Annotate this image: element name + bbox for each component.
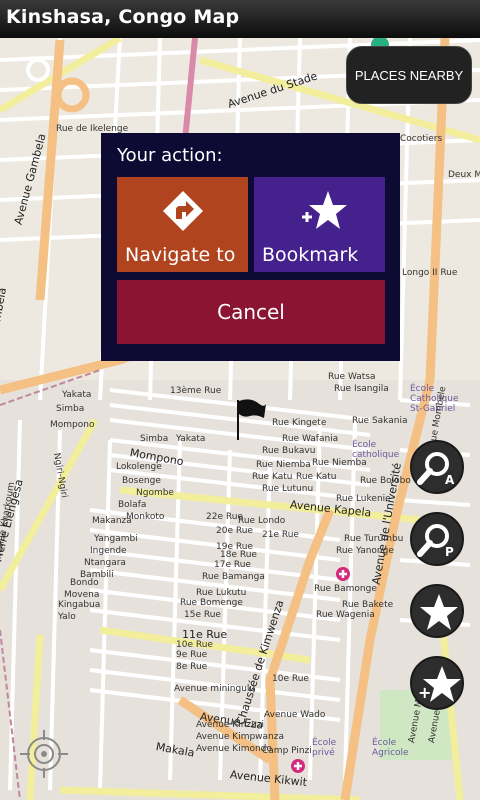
- add-bookmark-icon: [298, 189, 348, 237]
- map-label: Yakata: [176, 434, 206, 444]
- map-label: 10e Rue: [272, 674, 309, 684]
- map-label: Avenue Kimpwanza: [196, 732, 285, 742]
- map-label: Makanza: [92, 516, 132, 526]
- map-label: 10e Rue: [176, 640, 213, 650]
- map-label: Cocotiers: [400, 134, 443, 144]
- map-label: Ntangara: [84, 558, 126, 568]
- map-label: 15e Rue: [184, 610, 221, 620]
- map-label: Avenue Kimondo: [196, 744, 272, 754]
- map-label: Rue Londo: [238, 516, 286, 526]
- cancel-button[interactable]: Cancel: [117, 280, 385, 344]
- svg-text:+: +: [418, 683, 431, 702]
- search-poi-icon: P: [417, 524, 454, 559]
- map-label: Rue Niemba: [256, 460, 311, 470]
- map-label: Avenue Kinzuzi: [196, 720, 265, 730]
- map-label: 17e Rue: [214, 560, 251, 570]
- navigate-to-button[interactable]: Navigate to: [117, 177, 248, 272]
- title-bar: Kinshasa, Congo Map: [0, 0, 480, 38]
- map-label: Mompono: [50, 420, 95, 430]
- map-label: Rue Sakania: [352, 416, 408, 426]
- map-label: Bosenge: [122, 476, 161, 486]
- map-label: 13ème Rue: [170, 386, 222, 396]
- map-label: Rue Wafania: [282, 434, 339, 444]
- map-label: Rue Bakete: [342, 600, 394, 610]
- map-label: Rue Kingete: [272, 418, 327, 428]
- map-label: 21e Rue: [262, 530, 299, 540]
- map-label: Bondo: [70, 578, 99, 588]
- map-label: Avenue miningulu: [174, 684, 256, 694]
- map-label: Longo II Rue: [402, 268, 458, 278]
- map-label: 8e Rue: [176, 662, 208, 672]
- map-label: Ngombe: [136, 488, 174, 498]
- poi-label: École catholique: [352, 440, 400, 460]
- add-bookmark-icon: +: [418, 666, 461, 702]
- search-address-icon: A: [417, 452, 455, 487]
- app-title: Kinshasa, Congo Map: [6, 6, 240, 28]
- map-label: Kingabua: [58, 600, 101, 610]
- poi-label: École Agricole: [372, 738, 409, 758]
- map-label: Rue Turumbu: [344, 534, 404, 544]
- map-label: Rue Bamonge: [314, 584, 377, 594]
- map-label: Bolafa: [118, 500, 147, 510]
- map-label: Yangambi: [94, 534, 138, 544]
- map-label: Rue Bukavu: [262, 446, 316, 456]
- map-label: Ingende: [90, 546, 127, 556]
- map-label: Yakata: [62, 390, 92, 400]
- map-label: Rue Lukenie: [336, 494, 391, 504]
- map-label: Rue Bamanga: [202, 572, 265, 582]
- navigate-icon: [161, 189, 205, 237]
- svg-text:A: A: [445, 473, 455, 487]
- map-label: Rue Katu: [296, 472, 337, 482]
- cancel-label: Cancel: [217, 300, 285, 324]
- map-label: Movena: [64, 590, 100, 600]
- map-label: Rue Isangila: [334, 384, 389, 394]
- map-label: Deux Mass: [448, 170, 480, 180]
- dialog-heading: Your action:: [117, 145, 223, 166]
- map-label: Rue Lukutu: [196, 588, 247, 598]
- svg-text:P: P: [445, 545, 454, 559]
- action-dialog: Your action: Navigate to Bookmark Cancel: [101, 133, 400, 361]
- search-poi-button[interactable]: P: [410, 512, 464, 566]
- bookmark-button[interactable]: Bookmark: [254, 177, 385, 272]
- map-label: Rue Lutunu: [262, 484, 314, 494]
- map-label: Avenue Wado: [264, 710, 326, 720]
- poi-label: École privé: [312, 738, 337, 758]
- map-label: Lokolenge: [116, 462, 162, 472]
- map-label: Rue Wagenia: [316, 610, 375, 620]
- add-bookmark-button[interactable]: +: [410, 656, 464, 710]
- bookmarks-button[interactable]: [410, 584, 464, 638]
- map-label: Simba: [140, 434, 169, 444]
- map-label: Simba: [56, 404, 85, 414]
- my-location-button[interactable]: [20, 728, 68, 784]
- map-label: Rue Bolobo: [360, 476, 411, 486]
- map-label: Rue Watsa: [328, 372, 376, 382]
- search-address-button[interactable]: A: [410, 440, 464, 494]
- crosshair-icon: [20, 730, 68, 778]
- map-label: Camp Pinzi: [262, 746, 312, 756]
- map-label: Rue Katu: [252, 472, 293, 482]
- bookmark-label: Bookmark: [262, 244, 359, 266]
- map-label: Rue Bomenge: [180, 598, 243, 608]
- places-nearby-button[interactable]: PLACES NEARBY: [346, 46, 472, 104]
- map-label: Yalo: [58, 612, 76, 622]
- map-label: Rue Yanonge: [336, 546, 394, 556]
- map-label: 18e Rue: [220, 550, 257, 560]
- map-label: 9e Rue: [176, 650, 208, 660]
- map-label: 20e Rue: [216, 526, 253, 536]
- star-icon: [420, 594, 458, 630]
- navigate-label: Navigate to: [125, 244, 236, 266]
